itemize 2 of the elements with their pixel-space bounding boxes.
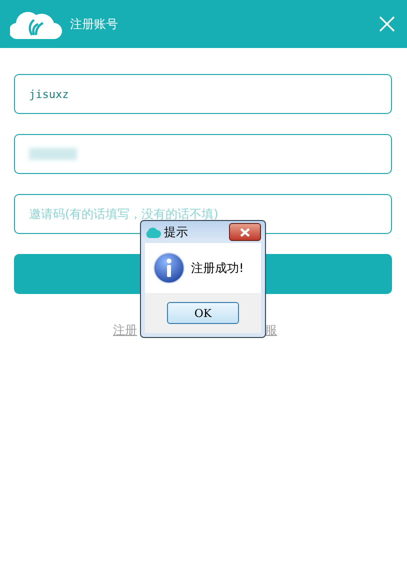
dialog-message: 注册成功! xyxy=(191,260,244,276)
window-title: 注册账号 xyxy=(70,16,119,32)
